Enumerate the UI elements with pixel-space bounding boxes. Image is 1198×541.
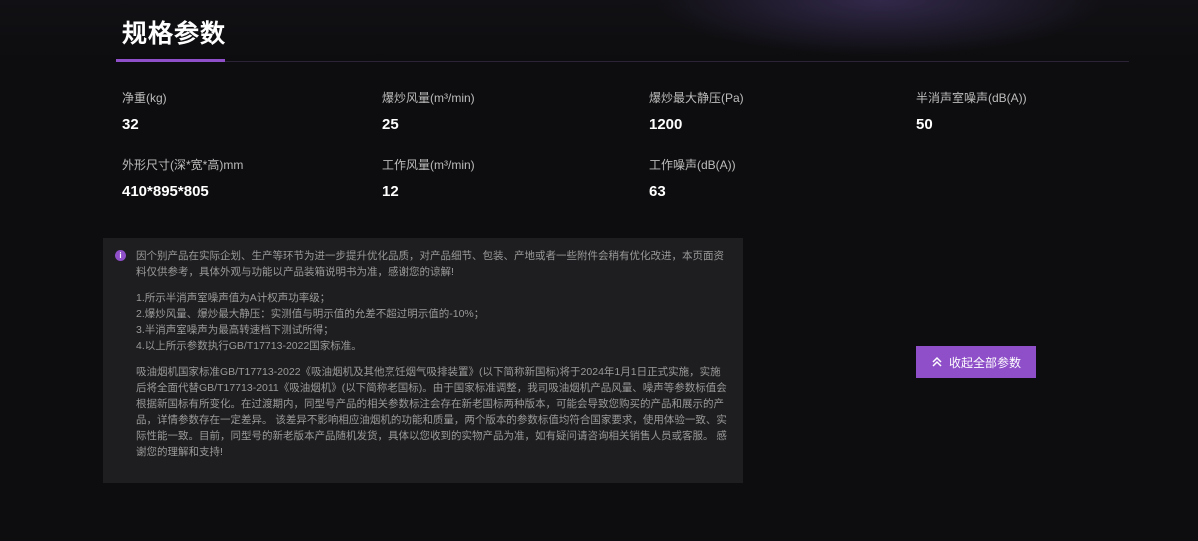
disclaimer-notice: 因个别产品在实际企划、生产等环节为进一步提升优化品质，对产品细节、包装、产地或者… bbox=[103, 238, 743, 483]
spec-label: 爆炒最大静压(Pa) bbox=[649, 91, 744, 105]
spec-value: 63 bbox=[649, 183, 666, 200]
spec-label: 净重(kg) bbox=[122, 91, 167, 105]
spec-value: 25 bbox=[382, 116, 399, 133]
spec-value: 1200 bbox=[649, 116, 683, 133]
notice-note-2: 2.爆炒风量、爆炒最大静压：实测值与明示值的允差不超过明示值的-10%； bbox=[136, 308, 485, 320]
spec-value: 50 bbox=[916, 116, 933, 133]
section-divider bbox=[116, 61, 1129, 62]
spec-stirfry-airflow: 爆炒风量(m³/min) 25 bbox=[382, 90, 475, 134]
spec-page: 规格参数 净重(kg) 32 爆炒风量(m³/min) 25 爆炒最大静压(Pa… bbox=[0, 0, 1198, 541]
notice-intro: 因个别产品在实际企划、生产等环节为进一步提升优化品质，对产品细节、包装、产地或者… bbox=[136, 250, 724, 278]
spec-anechoic-noise: 半消声室噪声(dB(A)) 50 bbox=[916, 90, 1027, 134]
spec-label: 工作噪声(dB(A)) bbox=[649, 158, 736, 172]
notice-spacer bbox=[136, 280, 727, 290]
spec-label: 外形尺寸(深*宽*高)mm bbox=[122, 158, 244, 172]
spec-net-weight: 净重(kg) 32 bbox=[122, 90, 167, 134]
section-title: 规格参数 bbox=[122, 20, 227, 48]
spec-label: 半消声室噪声(dB(A)) bbox=[916, 91, 1027, 105]
notice-note-1: 1.所示半消声室噪声值为A计权声功率级； bbox=[136, 292, 331, 304]
notice-spacer bbox=[136, 354, 727, 364]
section-divider-accent bbox=[116, 59, 225, 62]
info-icon: i bbox=[115, 250, 126, 261]
spec-value: 12 bbox=[382, 183, 399, 200]
spec-value: 410*895*805 bbox=[122, 183, 209, 200]
spec-max-static-pressure: 爆炒最大静压(Pa) 1200 bbox=[649, 90, 744, 134]
spec-dimensions: 外形尺寸(深*宽*高)mm 410*895*805 bbox=[122, 157, 243, 201]
collapse-all-params-button[interactable]: 收起全部参数 bbox=[916, 346, 1036, 378]
notice-standard-text: 吸油烟机国家标准GB/T17713-2022《吸油烟机及其他烹饪烟气吸排装置》(… bbox=[136, 366, 727, 458]
spec-value: 32 bbox=[122, 116, 139, 133]
chevron-double-up-icon bbox=[932, 356, 942, 367]
spec-label: 爆炒风量(m³/min) bbox=[382, 91, 475, 105]
notice-note-3: 3.半消声室噪声为最高转速档下测试所得； bbox=[136, 324, 334, 336]
spec-label: 工作风量(m³/min) bbox=[382, 158, 475, 172]
notice-note-4: 4.以上所示参数执行GB/T17713-2022国家标准。 bbox=[136, 340, 362, 352]
spec-working-airflow: 工作风量(m³/min) 12 bbox=[382, 157, 475, 201]
collapse-button-label: 收起全部参数 bbox=[948, 355, 1021, 370]
spec-working-noise: 工作噪声(dB(A)) 63 bbox=[649, 157, 736, 201]
